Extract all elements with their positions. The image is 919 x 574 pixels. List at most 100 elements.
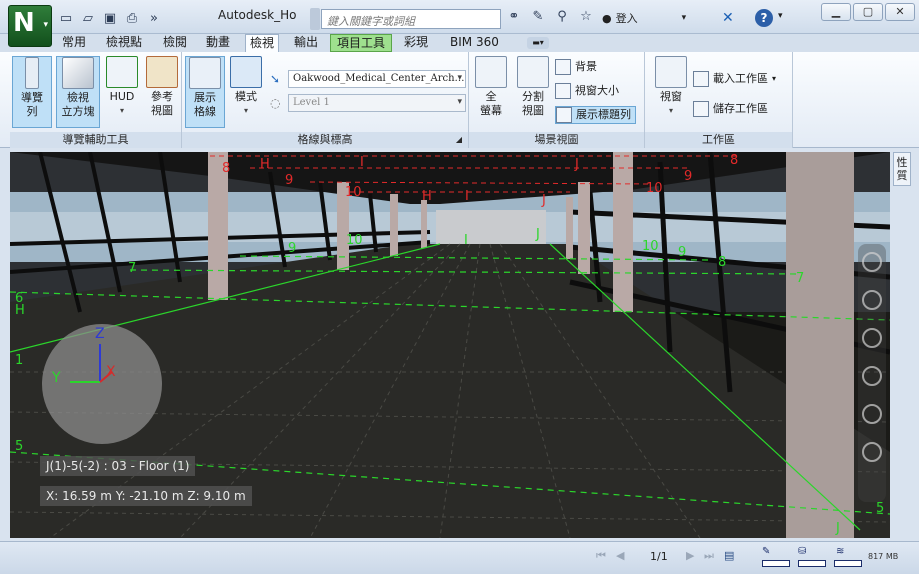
navigation-bar-label-2: 列: [26, 105, 38, 118]
zoom-icon[interactable]: [862, 328, 882, 348]
dialog-launcher-icon[interactable]: ◢: [456, 132, 462, 148]
navigation-bar-button[interactable]: 導覽 列: [12, 56, 52, 128]
progress-bar-3: [834, 560, 862, 567]
binoculars-icon[interactable]: ⚭: [505, 9, 523, 27]
svg-text:I: I: [465, 189, 469, 204]
coordinates-readout: X: 16.59 m Y: -21.10 m Z: 9.10 m: [40, 486, 252, 506]
level-select[interactable]: Level 1 ▾: [288, 94, 466, 112]
ribbon-options-icon[interactable]: ▬▾: [527, 37, 549, 49]
prev-page-icon[interactable]: ◀: [616, 549, 624, 562]
save-workspace-button[interactable]: 儲存工作區: [693, 100, 768, 118]
pan-icon[interactable]: [862, 290, 882, 310]
tab-view[interactable]: 檢視: [245, 34, 280, 52]
background-icon: [555, 59, 571, 75]
window-size-button[interactable]: 視窗大小: [555, 82, 619, 100]
login-area[interactable]: ● 登入 ▾: [602, 10, 686, 26]
svg-text:1: 1: [15, 353, 23, 368]
group-label: 工作區: [645, 132, 792, 148]
tab-animation[interactable]: 動畫: [206, 34, 230, 52]
viewcube-icon: [62, 57, 94, 89]
hud-icon: [106, 56, 138, 88]
svg-text:9: 9: [288, 241, 296, 256]
more-icon[interactable]: »: [144, 8, 164, 28]
satellite-icon[interactable]: ⚲: [553, 9, 571, 27]
axis-y-label: Y: [52, 370, 61, 386]
3d-viewport[interactable]: 8HI J89 10 H I J 10 9 76H 9 10 I J 10 9 871 55J …: [10, 152, 890, 538]
chevron-down-icon: ▾: [43, 20, 48, 30]
show-title-bar-button[interactable]: 展示標題列: [555, 106, 636, 124]
open-icon[interactable]: ▱: [78, 8, 98, 28]
model-select[interactable]: Oakwood_Medical_Center_Arch… ▾: [288, 70, 466, 88]
tab-viewpoint[interactable]: 檢視點: [106, 34, 142, 52]
chevron-down-icon: ▾: [457, 97, 462, 107]
print-icon[interactable]: ⎙: [122, 8, 142, 28]
web-server-icon: ≋: [836, 546, 845, 557]
close-button[interactable]: ✕: [885, 3, 915, 21]
background-button[interactable]: 背景: [555, 58, 597, 76]
walk-icon[interactable]: [862, 442, 882, 462]
last-page-icon[interactable]: ⏭: [704, 549, 714, 563]
mode-label: 模式: [235, 90, 257, 103]
title-bar-icon: [556, 107, 572, 123]
user-icon: ●: [602, 11, 612, 25]
level-icon: ◌: [270, 96, 281, 110]
fullscreen-button[interactable]: 全 螢幕: [471, 56, 511, 118]
steering-wheel-icon[interactable]: [862, 252, 882, 272]
hud-button[interactable]: HUD ▾: [102, 56, 142, 118]
group-label: 導覽輔助工具: [10, 132, 181, 148]
load-workspace-button[interactable]: 載入工作區 ▾: [693, 70, 776, 88]
mode-button[interactable]: 模式 ▾: [226, 56, 266, 118]
look-icon[interactable]: [862, 404, 882, 424]
right-dock: [890, 150, 919, 542]
svg-text:H: H: [15, 303, 25, 318]
title-ellipsis: [310, 8, 320, 30]
new-icon[interactable]: ▭: [56, 8, 76, 28]
search-input[interactable]: 鍵入關鍵字或詞組: [321, 9, 501, 29]
svg-text:7: 7: [796, 271, 804, 286]
exchange-icon[interactable]: ✕: [722, 10, 734, 26]
model-arrow-icon: ➘: [270, 72, 281, 86]
help-dropdown-icon[interactable]: ▾: [778, 11, 783, 21]
back-wall: [436, 210, 546, 244]
tab-output[interactable]: 輸出: [294, 34, 318, 52]
orbit-icon[interactable]: [862, 366, 882, 386]
ribbon: 導覽 列 檢視 立方塊 HUD ▾ 參考 視圖 導覽輔助工具 展示 格線 模式: [0, 52, 919, 148]
help-button[interactable]: ?: [755, 9, 773, 27]
properties-tab[interactable]: 性質: [893, 152, 911, 186]
viewcube-button[interactable]: 檢視 立方塊: [56, 56, 100, 128]
chevron-down-icon: ▾: [457, 73, 462, 83]
page-indicator: 1/1: [650, 550, 668, 563]
axis-indicator[interactable]: Z Y X: [42, 324, 162, 444]
reference-view-button[interactable]: 參考 視圖: [142, 56, 182, 118]
svg-text:10: 10: [646, 181, 663, 196]
disk-icon: ⛁: [798, 546, 807, 557]
tab-item-tools[interactable]: 項目工具: [330, 34, 393, 52]
save-icon[interactable]: ▣: [100, 8, 120, 28]
sheet-browser-icon[interactable]: ▤: [724, 549, 734, 562]
load-workspace-icon: [693, 71, 709, 87]
wrench-icon[interactable]: ✎: [529, 9, 547, 27]
tab-render[interactable]: 彩現: [404, 34, 428, 52]
next-page-icon[interactable]: ▶: [686, 549, 694, 562]
reference-view-label-1: 參考: [151, 90, 173, 103]
svg-text:5: 5: [876, 501, 884, 516]
svg-text:J: J: [574, 157, 579, 172]
maximize-button[interactable]: ▢: [853, 3, 883, 21]
chevron-down-icon: ▾: [119, 106, 124, 115]
tab-home[interactable]: 常用: [62, 34, 86, 52]
minimize-button[interactable]: ▁: [821, 3, 851, 21]
star-icon[interactable]: ☆: [577, 9, 595, 27]
tab-bim360[interactable]: BIM 360: [450, 34, 499, 52]
fullscreen-icon: [475, 56, 507, 88]
show-grid-button[interactable]: 展示 格線: [185, 56, 225, 128]
first-page-icon[interactable]: ⏮: [596, 549, 606, 563]
windows-button[interactable]: 視窗 ▾: [651, 56, 691, 118]
chevron-down-icon: ▾: [681, 13, 687, 23]
split-view-button[interactable]: 分割 視圖: [513, 56, 553, 118]
tab-review[interactable]: 檢閱: [163, 34, 187, 52]
svg-text:10: 10: [346, 233, 363, 248]
viewcube-label-2: 立方塊: [61, 105, 95, 118]
fullscreen-label-2: 螢幕: [480, 104, 502, 117]
svg-text:8: 8: [222, 161, 230, 176]
application-button[interactable]: N ▾: [8, 5, 52, 47]
